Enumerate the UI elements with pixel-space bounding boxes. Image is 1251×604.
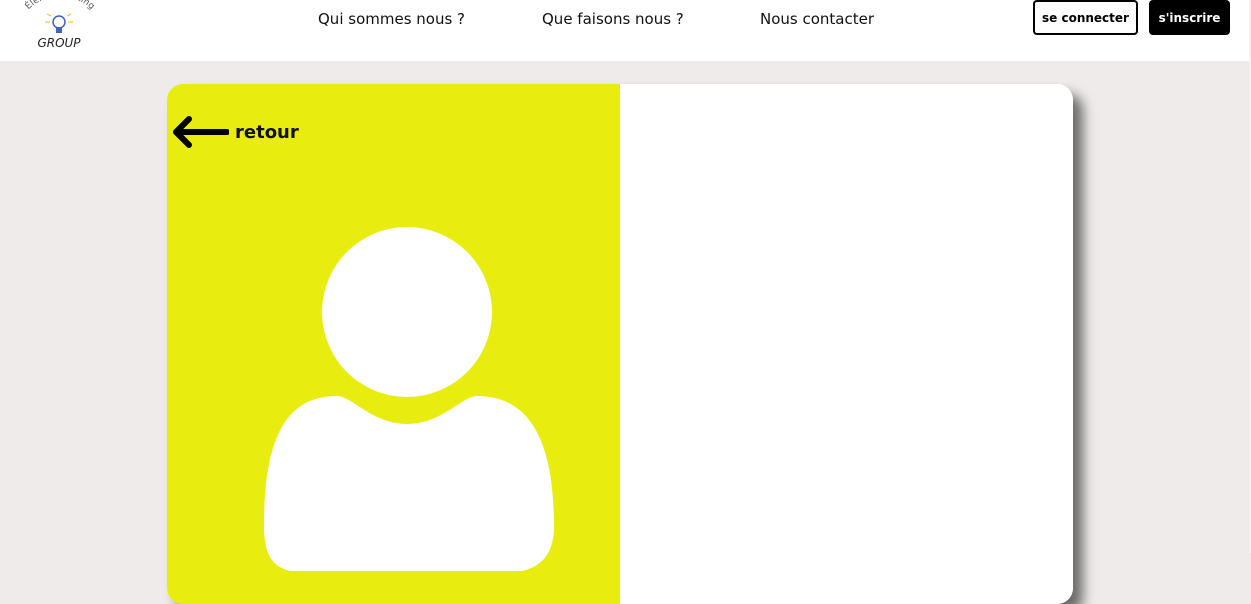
logo-bottom-text: GROUP — [37, 36, 81, 50]
nav-link-que-faisons-nous[interactable]: Que faisons nous ? — [542, 10, 684, 28]
card-right-panel — [620, 84, 1073, 604]
back-link[interactable]: retour — [171, 114, 299, 150]
top-header: Élek Consulting GROUP Qui sommes nous ? … — [0, 0, 1251, 61]
nav-link-nous-contacter[interactable]: Nous contacter — [760, 10, 874, 28]
signup-button[interactable]: s'inscrire — [1149, 0, 1230, 35]
lightbulb-icon — [45, 13, 73, 33]
card-left-panel: retour — [167, 84, 620, 604]
nav-link-qui-sommes-nous[interactable]: Qui sommes nous ? — [318, 10, 465, 28]
back-link-label: retour — [235, 121, 299, 143]
signup-button-label: s'inscrire — [1158, 10, 1221, 25]
login-button-label: se connecter — [1042, 10, 1129, 25]
logo-graphic: Élek Consulting GROUP — [22, 0, 96, 50]
profile-card: retour — [167, 84, 1073, 604]
user-avatar-icon — [264, 227, 554, 571]
login-button[interactable]: se connecter — [1033, 0, 1138, 35]
logo-top-text: Élek Consulting — [22, 0, 96, 12]
arrow-left-icon — [173, 116, 229, 148]
logo[interactable]: Élek Consulting GROUP — [18, 0, 102, 58]
